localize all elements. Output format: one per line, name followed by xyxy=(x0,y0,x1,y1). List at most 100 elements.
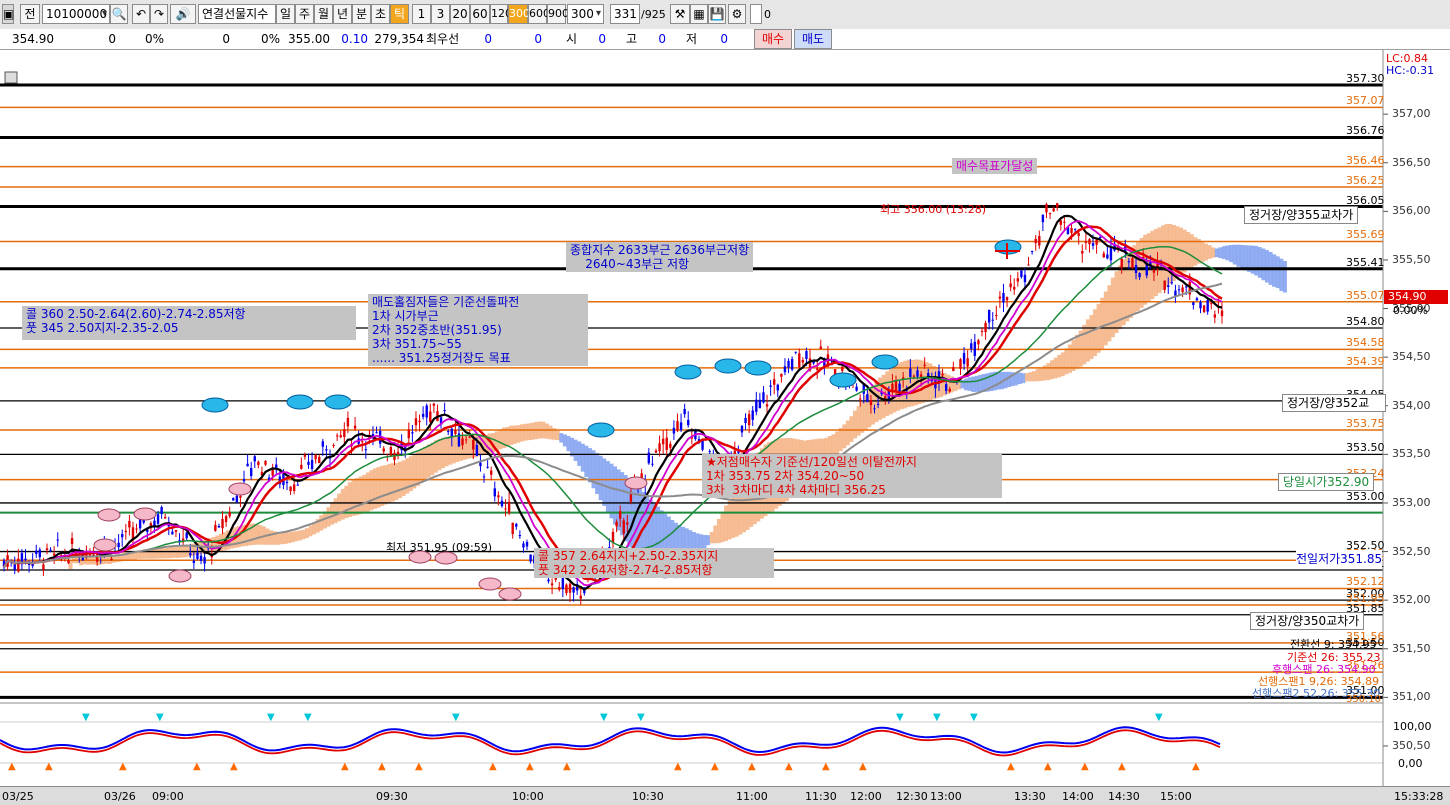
candle-body xyxy=(970,343,973,349)
period-minute-button[interactable]: 분 xyxy=(352,4,371,24)
cloud-segment xyxy=(365,472,370,512)
candle-body xyxy=(421,413,425,417)
low-buyer-note: ★저점매수자 기준선/120일선 이탈전까지 1차 353.75 2차 354.… xyxy=(702,454,1002,498)
candle-body xyxy=(38,549,42,558)
cloud-segment xyxy=(369,470,374,511)
cloud-segment xyxy=(1222,246,1226,260)
candle-body xyxy=(160,507,163,515)
zero-pct-label: 0.00% xyxy=(1393,304,1428,317)
candle-body xyxy=(1192,302,1195,306)
cloud-segment xyxy=(158,548,163,559)
cloud-segment xyxy=(308,525,313,537)
low-marker xyxy=(228,482,252,496)
candle-body xyxy=(676,421,679,431)
price-chart[interactable]: ▲ ▲ ▼ ▲ ▼ ▲ ▲ ▼ ▼ ▲ ▲ ▲ ▼ ▲ ▲ ▲ ▼ ▼ ▲ ▲ ▲ ▲ ▲ ▲ ▼ ▼ ▼ ▲ ▲ ▲ ▲ ▼ ▲ xyxy=(0,50,1450,786)
cloud-segment xyxy=(577,441,582,466)
osc-arrow-icon: ▲ xyxy=(674,761,682,772)
cloud-segment xyxy=(333,498,338,524)
sell-button[interactable]: 매도 xyxy=(794,29,832,49)
period-day-button[interactable]: 일 xyxy=(276,4,295,24)
diff-value: 0.10 xyxy=(341,32,368,46)
gear-icon[interactable]: ⚙ xyxy=(728,4,746,24)
candle-body xyxy=(493,488,496,497)
axis-tick-label: 356,00 xyxy=(1392,204,1431,218)
tick-60-button[interactable]: 60 xyxy=(470,4,490,24)
candle-body xyxy=(780,373,783,377)
axis-tick-label: 350,50 xyxy=(1392,738,1431,752)
chart-icon[interactable]: ▦ xyxy=(690,4,708,24)
cloud-segment xyxy=(1028,372,1033,382)
cloud-segment xyxy=(168,547,173,559)
candle-body xyxy=(217,525,221,528)
osc-arrow-icon: ▲ xyxy=(341,761,349,772)
search-icon[interactable]: 🔍 xyxy=(110,4,128,24)
cloud-segment xyxy=(613,466,617,525)
cloud-segment xyxy=(401,460,406,496)
candle-body xyxy=(364,449,368,451)
level-label-orange: 353.75 xyxy=(1346,417,1385,431)
toggle-checkbox[interactable] xyxy=(750,4,762,24)
sound-icon[interactable]: 🔊 xyxy=(170,4,196,24)
candle-body xyxy=(962,352,966,364)
tools-icon[interactable]: ⚒ xyxy=(670,4,690,24)
candle-body xyxy=(1013,286,1016,290)
period-year-button[interactable]: 년 xyxy=(333,4,352,24)
low-marker xyxy=(498,587,522,601)
cloud-segment xyxy=(1254,245,1259,276)
call-put-bottom-note: 콜 357 2.64지지+2.50-2.35지지 풋 342 2.64저항-2.… xyxy=(534,548,774,578)
period-week-button[interactable]: 주 xyxy=(295,4,314,24)
cloud-segment xyxy=(276,532,281,545)
candle-body xyxy=(253,456,256,462)
cloud-segment xyxy=(1064,348,1069,375)
axis-tick-label: 354,00 xyxy=(1392,398,1431,412)
level-label-orange: 356.25 xyxy=(1346,174,1385,188)
tick-300-button[interactable]: 300 xyxy=(508,4,530,24)
period-month-button[interactable]: 월 xyxy=(314,4,333,24)
period-label[interactable]: 전 xyxy=(20,4,40,24)
cloud-segment xyxy=(387,463,392,504)
chart-menu-icon[interactable] xyxy=(4,71,18,84)
back-icon[interactable]: ↶ xyxy=(132,4,150,24)
menu-grip-icon[interactable]: ▣ xyxy=(2,4,14,24)
cloud-segment xyxy=(423,446,428,481)
candle-body xyxy=(1034,238,1037,244)
candle-body xyxy=(948,388,951,392)
buy-button[interactable]: 매수 xyxy=(754,29,792,49)
tick-select[interactable]: 300 xyxy=(567,4,604,24)
axis-tick-label: 356,50 xyxy=(1392,155,1431,169)
cloud-segment xyxy=(544,423,549,439)
candle-body xyxy=(475,445,479,456)
tick-900-button[interactable]: 900 xyxy=(547,4,569,24)
period-second-button[interactable]: 초 xyxy=(371,4,390,24)
period-tick-button[interactable]: 틱 xyxy=(390,4,409,24)
candle-body xyxy=(952,366,955,371)
cloud-segment xyxy=(301,529,306,540)
candle-body xyxy=(658,443,661,452)
candle-body xyxy=(873,408,876,410)
forward-icon[interactable]: ↷ xyxy=(150,4,168,24)
product-name[interactable]: 연결선물지수 xyxy=(198,4,276,24)
candle-body xyxy=(687,419,690,426)
candle-body xyxy=(472,439,475,450)
candle-body xyxy=(1073,228,1077,230)
candle-body xyxy=(117,542,120,548)
high-marker xyxy=(674,364,702,380)
candle-body xyxy=(17,558,20,572)
cloud-segment xyxy=(527,423,532,441)
candle-body xyxy=(1027,264,1030,266)
candle-body xyxy=(249,467,253,477)
candle-body xyxy=(429,411,432,423)
candle-body xyxy=(35,550,38,555)
count-input[interactable]: 331 xyxy=(610,4,640,24)
save-icon[interactable]: 💾 xyxy=(708,4,726,24)
tick-20-button[interactable]: 20 xyxy=(450,4,470,24)
tick-600-button[interactable]: 600 xyxy=(528,4,550,24)
candle-body xyxy=(773,379,776,385)
tick-120-button[interactable]: 120 xyxy=(490,4,512,24)
tick-1-button[interactable]: 1 xyxy=(412,4,431,24)
cloud-segment xyxy=(1236,244,1241,267)
cloud-segment xyxy=(150,549,155,559)
cloud-segment xyxy=(1232,244,1237,265)
code-input[interactable]: 10100000 xyxy=(42,4,110,24)
tick-3-button[interactable]: 3 xyxy=(431,4,450,24)
